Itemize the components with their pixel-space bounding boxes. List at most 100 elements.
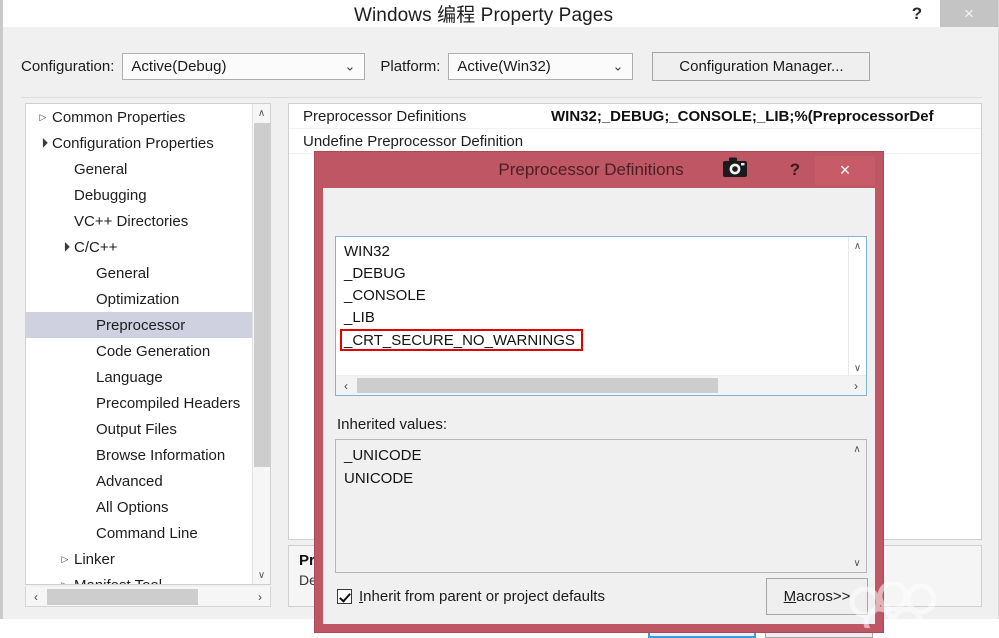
chevron-right-icon[interactable]	[34, 113, 52, 122]
inherited-values-list: _UNICODE UNICODE	[336, 444, 848, 572]
platform-dropdown[interactable]: Active(Win32) ⌄	[448, 52, 634, 80]
sidebar-item-label: Output Files	[96, 420, 177, 438]
definition-item-highlighted[interactable]: _CRT_SECURE_NO_WARNINGS	[340, 329, 583, 351]
scroll-up-icon[interactable]: ∧	[849, 237, 866, 255]
property-value[interactable]: WIN32;_DEBUG;_CONSOLE;_LIB;%(Preprocesso…	[551, 108, 938, 125]
scroll-left-icon[interactable]: ‹	[26, 590, 46, 604]
table-row[interactable]: Preprocessor Definitions WIN32;_DEBUG;_C…	[289, 104, 981, 129]
chevron-right-icon[interactable]	[56, 581, 74, 585]
sidebar-item-general[interactable]: General	[26, 156, 270, 182]
sidebar-item-all-options[interactable]: All Options	[26, 494, 270, 520]
sidebar-item-label: Manifest Tool	[74, 576, 163, 585]
scroll-right-icon[interactable]: ›	[250, 590, 270, 604]
scroll-down-icon[interactable]: ∨	[848, 554, 866, 572]
definitions-list: WIN32 _DEBUG _CONSOLE _LIB _CRT_SECURE_NO_WA…	[336, 241, 848, 373]
chevron-right-icon[interactable]	[56, 555, 74, 564]
page-title: Windows 编程 Property Pages	[353, 5, 614, 26]
scrollbar-thumb[interactable]	[254, 123, 270, 467]
sidebar-item-preprocessor[interactable]: Preprocessor	[26, 312, 270, 338]
sidebar-item-label: Language	[96, 368, 163, 386]
sidebar-item-configuration-properties[interactable]: Configuration Properties	[26, 130, 270, 156]
configuration-label: Configuration:	[21, 57, 115, 75]
scroll-down-icon[interactable]: ∨	[253, 566, 270, 584]
sidebar-item-label: C/C++	[74, 238, 118, 256]
inherited-value-item: _UNICODE	[344, 447, 422, 464]
configuration-dropdown[interactable]: Active(Debug) ⌄	[122, 52, 366, 80]
configuration-bar: Configuration: Active(Debug) ⌄ Platform:…	[21, 45, 982, 87]
sidebar-item-label: Command Line	[96, 524, 198, 542]
chevron-down-icon: ⌄	[344, 58, 356, 74]
scroll-left-icon[interactable]: ‹	[336, 379, 356, 393]
definition-item[interactable]: _LIB	[336, 307, 848, 329]
sidebar-item-label: All Options	[96, 498, 169, 516]
chevron-down-icon[interactable]	[34, 139, 52, 148]
sidebar-item-debugging[interactable]: Debugging	[26, 182, 270, 208]
preprocessor-definitions-dialog: Preprocessor Definitions ? × WIN32 _DEBUG…	[315, 152, 883, 632]
sidebar-item-linker[interactable]: Linker	[26, 546, 270, 572]
inherit-defaults-checkbox[interactable]	[337, 589, 352, 604]
platform-label: Platform:	[380, 57, 441, 75]
sidebar-item-browse-information[interactable]: Browse Information	[26, 442, 270, 468]
sidebar-item-manifest-tool[interactable]: Manifest Tool	[26, 572, 270, 585]
inherit-defaults-row[interactable]: Inherit from parent or project defaults	[337, 588, 605, 605]
camera-icon	[723, 157, 747, 177]
label-rest: nherit from parent or project defaults	[363, 588, 605, 605]
chevron-down-icon: ⌄	[612, 58, 624, 74]
definition-item[interactable]: _CONSOLE	[336, 285, 848, 307]
inherit-defaults-label: Inherit from parent or project defaults	[359, 588, 605, 605]
dialog-close-button[interactable]: ×	[815, 155, 875, 185]
sidebar-item-label: Linker	[74, 550, 115, 568]
sidebar-item-label: Precompiled Headers	[96, 394, 241, 412]
sidebar-item-label: General	[96, 264, 150, 282]
property-pages-window: Windows 编程 Property Pages ? × Configurat…	[0, 0, 999, 638]
sidebar-item-advanced[interactable]: Advanced	[26, 468, 270, 494]
definitions-listbox[interactable]: WIN32 _DEBUG _CONSOLE _LIB _CRT_SECURE_NO_WA…	[335, 236, 867, 396]
scroll-up-icon[interactable]: ∧	[253, 104, 270, 122]
sidebar-item-precompiled-headers[interactable]: Precompiled Headers	[26, 390, 270, 416]
sidebar-item-output-files[interactable]: Output Files	[26, 416, 270, 442]
sidebar-item-language[interactable]: Language	[26, 364, 270, 390]
dialog-help-button[interactable]: ?	[775, 156, 815, 185]
scroll-up-icon[interactable]: ∧	[848, 440, 866, 458]
sidebar-item-optimization[interactable]: Optimization	[26, 286, 270, 312]
inherited-vertical-scrollbar[interactable]: ∧ ∨	[848, 440, 866, 572]
close-button[interactable]: ×	[940, 0, 998, 27]
sidebar-item-label: Preprocessor	[96, 316, 186, 334]
sidebar-item-general[interactable]: General	[26, 260, 270, 286]
scrollbar-thumb[interactable]	[47, 588, 198, 605]
sidebar-item-label: General	[74, 160, 128, 178]
definitions-horizontal-scrollbar[interactable]: ‹ ›	[336, 375, 866, 395]
dialog-title: Preprocessor Definitions	[498, 160, 684, 179]
configuration-value: Active(Debug)	[131, 57, 227, 75]
scrollbar-thumb[interactable]	[357, 378, 718, 393]
sidebar-item-label: Code Generation	[96, 342, 211, 360]
configuration-manager-button[interactable]: Configuration Manager...	[652, 51, 871, 81]
platform-value: Active(Win32)	[457, 57, 551, 75]
dialog-titlebar: Preprocessor Definitions ? ×	[323, 152, 875, 188]
property-tree[interactable]: Common Properties Configuration Propertie…	[25, 103, 271, 585]
accel-key: M	[783, 588, 797, 605]
tree-vertical-scrollbar[interactable]: ∧ ∨	[252, 104, 270, 584]
sidebar-item-label: Browse Information	[96, 446, 226, 464]
sidebar-item-vc-directories[interactable]: VC++ Directories	[26, 208, 270, 234]
table-row[interactable]: Undefine Preprocessor Definition	[289, 129, 981, 154]
scroll-right-icon[interactable]: ›	[846, 379, 866, 393]
sidebar-item-c-c[interactable]: C/C++	[26, 234, 270, 260]
tree-horizontal-scrollbar[interactable]: ‹ ›	[25, 587, 271, 607]
sidebar-item-command-line[interactable]: Command Line	[26, 520, 270, 546]
sidebar-item-common-properties[interactable]: Common Properties	[26, 104, 270, 130]
definition-item[interactable]: WIN32	[336, 241, 848, 263]
sidebar-item-label: VC++ Directories	[74, 212, 189, 230]
definition-row[interactable]: _CRT_SECURE_NO_WARNINGS	[336, 329, 848, 351]
inherited-value-item: UNICODE	[344, 470, 414, 487]
inherited-values-label: Inherited values:	[337, 416, 448, 433]
definition-item[interactable]: _DEBUG	[336, 263, 848, 285]
sidebar-item-label: Advanced	[96, 472, 163, 490]
definitions-vertical-scrollbar[interactable]: ∧ ∨	[848, 237, 866, 377]
macros-button[interactable]: Macros>>	[766, 578, 868, 615]
chevron-down-icon[interactable]	[56, 243, 74, 252]
sidebar-item-code-generation[interactable]: Code Generation	[26, 338, 270, 364]
help-button[interactable]: ?	[894, 0, 940, 27]
sidebar-item-label: Debugging	[74, 186, 147, 204]
header-divider	[21, 97, 982, 98]
